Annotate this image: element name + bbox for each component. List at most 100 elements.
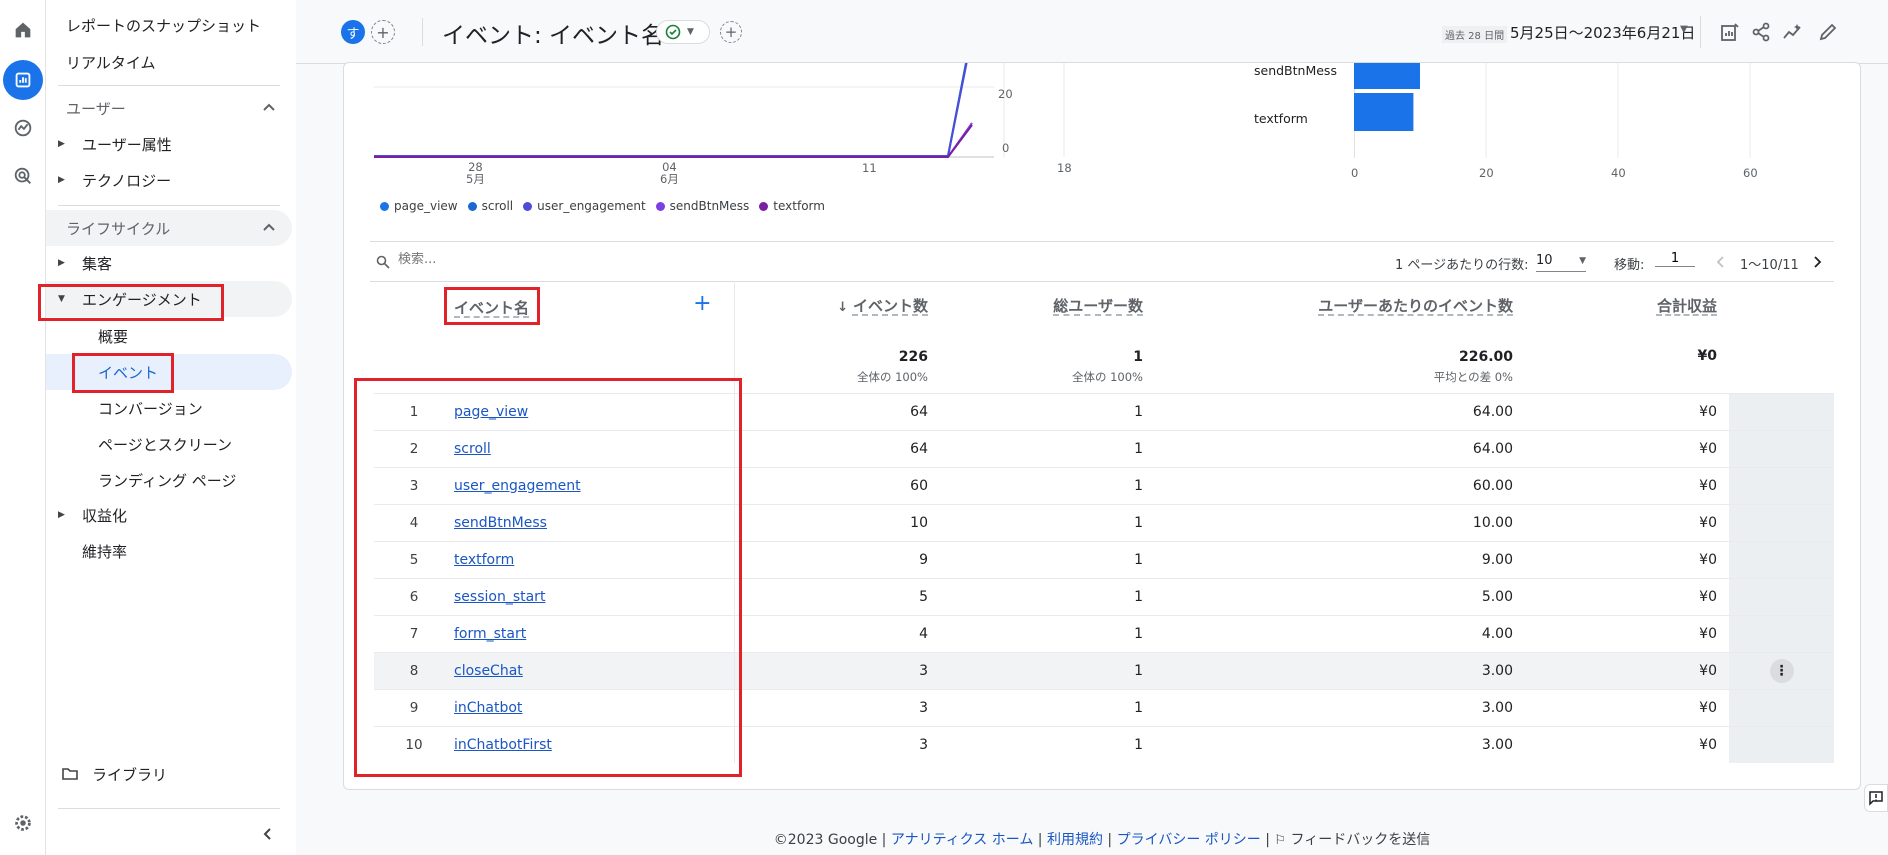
- event-name-link[interactable]: closeChat: [454, 663, 523, 679]
- table-row[interactable]: 3 user_engagement 60 1 60.00 ¥0: [374, 467, 1834, 504]
- date-dropdown-caret-icon[interactable]: ▼: [1680, 24, 1688, 35]
- event-count-cell: 9: [919, 551, 928, 568]
- date-range[interactable]: 5月25日～2023年6月21日: [1510, 22, 1695, 43]
- explore-icon[interactable]: [3, 108, 43, 148]
- chevron-up-icon: [263, 103, 275, 111]
- customize-report-icon[interactable]: [1720, 22, 1740, 42]
- next-page-chevron-icon[interactable]: [1810, 255, 1824, 269]
- table-row[interactable]: 8 closeChat 3 1 3.00 ¥0 ⋮: [374, 652, 1834, 689]
- table-row[interactable]: 1 page_view 64 1 64.00 ¥0: [374, 393, 1834, 430]
- rows-per-page-select[interactable]: 10 ▼: [1536, 250, 1586, 272]
- legend-item[interactable]: user_engagement: [523, 199, 646, 213]
- event-name-link[interactable]: form_start: [454, 626, 526, 642]
- legend-item[interactable]: scroll: [467, 199, 514, 213]
- nav-snapshot[interactable]: レポートのスナップショット: [66, 7, 312, 43]
- nav-retention[interactable]: 維持率: [46, 533, 292, 569]
- event-name-header[interactable]: イベント名 +: [454, 281, 735, 341]
- bar-sendBtnMess[interactable]: [1354, 63, 1420, 89]
- table-row[interactable]: 10 inChatbotFirst 3 1 3.00 ¥0: [374, 726, 1834, 763]
- nav-section-lifecycle[interactable]: ライフサイクル: [46, 210, 292, 246]
- legend-item[interactable]: textform: [759, 199, 825, 213]
- insights-icon[interactable]: [1782, 22, 1802, 42]
- row-actions-cell: [1729, 467, 1834, 504]
- nav-technology-label: テクノロジー: [82, 171, 172, 190]
- nav-realtime[interactable]: リアルタイム: [66, 44, 312, 80]
- search-icon: [376, 255, 390, 269]
- search-input[interactable]: [398, 252, 698, 267]
- share-icon[interactable]: [1751, 22, 1771, 42]
- settings-gear-icon[interactable]: [3, 803, 43, 843]
- legend-item[interactable]: page_view: [380, 199, 458, 213]
- footer-feedback-link[interactable]: フィードバックを送信: [1291, 832, 1431, 848]
- add-dimension-plus-icon[interactable]: +: [693, 291, 711, 316]
- total-users-header[interactable]: 総ユーザー数: [934, 281, 1149, 341]
- nav-technology[interactable]: ▶ テクノロジー: [46, 162, 292, 198]
- footer-analytics-home-link[interactable]: アナリティクス ホーム: [891, 832, 1034, 848]
- home-icon[interactable]: [3, 10, 43, 50]
- row-index: 7: [409, 625, 419, 642]
- footer-terms-link[interactable]: 利用規約: [1047, 832, 1103, 848]
- edit-pencil-icon[interactable]: [1818, 22, 1838, 42]
- x-tick-label: 28 5月: [466, 161, 485, 185]
- event-name-link[interactable]: user_engagement: [454, 478, 581, 494]
- legend-label: user_engagement: [537, 199, 646, 213]
- feedback-floating-icon[interactable]: [1864, 784, 1888, 812]
- nav-overview-label: 概要: [98, 327, 129, 346]
- reports-icon[interactable]: [3, 60, 43, 100]
- nav-overview[interactable]: 概要: [46, 318, 292, 354]
- table-row[interactable]: 5 textform 9 1 9.00 ¥0: [374, 541, 1834, 578]
- table-row[interactable]: 7 form_start 4 1 4.00 ¥0: [374, 615, 1834, 652]
- nav-landing-page[interactable]: ランディング ページ: [46, 462, 292, 498]
- bar-textform[interactable]: [1354, 93, 1414, 131]
- add-comparison-icon[interactable]: +: [371, 20, 395, 44]
- goto-label: 移動:: [1614, 258, 1645, 273]
- footer-separator: |: [1265, 832, 1270, 848]
- events-per-user-header[interactable]: ユーザーあたりのイベント数: [1149, 281, 1519, 341]
- table-row[interactable]: 9 inChatbot 3 1 3.00 ¥0: [374, 689, 1834, 726]
- table-row[interactable]: 4 sendBtnMess 10 1 10.00 ¥0: [374, 504, 1834, 541]
- series-line-sendBtnMess: [374, 122, 973, 158]
- event-count-cell: 3: [919, 699, 928, 716]
- nav-monetization[interactable]: ▶ 収益化: [46, 497, 292, 533]
- events-table: イベント名 + ↓ イベント数 総ユーザー数 ユーザーあたりのイベント数 合計収…: [374, 281, 1834, 763]
- nav-engagement[interactable]: ▼ エンゲージメント: [46, 281, 292, 317]
- nav-section-user[interactable]: ユーザー: [46, 90, 292, 126]
- totals-spacer: [374, 341, 454, 393]
- total-users-cell: 1: [1134, 699, 1143, 716]
- nav-library[interactable]: ライブラリ: [46, 756, 292, 792]
- totals-spacer: [1729, 341, 1834, 393]
- event-count-header[interactable]: ↓ イベント数: [734, 281, 934, 341]
- nav-user-attributes[interactable]: ▶ ユーザー属性: [46, 126, 292, 162]
- title-status-dropdown[interactable]: ▼: [656, 20, 710, 44]
- legend-dot-icon: [380, 201, 389, 211]
- more-vert-icon[interactable]: ⋮: [1769, 658, 1794, 683]
- avatar[interactable]: す: [341, 20, 365, 44]
- legend-label: scroll: [481, 199, 514, 213]
- event-name-link[interactable]: session_start: [454, 589, 545, 605]
- collapse-chevron-left-icon[interactable]: [260, 826, 276, 842]
- event-name-link[interactable]: sendBtnMess: [454, 515, 547, 531]
- event-name-link[interactable]: page_view: [454, 404, 528, 420]
- revenue-cell: ¥0: [1699, 551, 1717, 568]
- revenue-header[interactable]: 合計収益: [1519, 281, 1729, 341]
- line-chart: [374, 63, 1065, 158]
- nav-pages-screens[interactable]: ページとスクリーン: [46, 426, 292, 462]
- footer-privacy-link[interactable]: プライバシー ポリシー: [1117, 832, 1261, 848]
- event-name-link[interactable]: textform: [454, 552, 514, 568]
- prev-page-chevron-icon[interactable]: [1714, 255, 1728, 269]
- legend-item[interactable]: sendBtnMess: [655, 199, 749, 213]
- event-name-link[interactable]: scroll: [454, 441, 491, 457]
- nav-acquisition[interactable]: ▶ 集客: [46, 245, 292, 281]
- nav-events[interactable]: イベント: [46, 354, 292, 390]
- event-name-link[interactable]: inChatbot: [454, 700, 522, 716]
- table-row[interactable]: 6 session_start 5 1 5.00 ¥0: [374, 578, 1834, 615]
- add-title-icon[interactable]: +: [720, 21, 742, 43]
- event-name-link[interactable]: inChatbotFirst: [454, 737, 552, 753]
- legend-dot-icon: [523, 201, 533, 211]
- row-actions-cell: [1729, 615, 1834, 652]
- advertising-icon[interactable]: [3, 156, 43, 196]
- goto-page-input[interactable]: [1655, 251, 1695, 267]
- table-row[interactable]: 2 scroll 64 1 64.00 ¥0: [374, 430, 1834, 467]
- legend-dot-icon: [467, 201, 477, 211]
- nav-conversions[interactable]: コンバージョン: [46, 390, 292, 426]
